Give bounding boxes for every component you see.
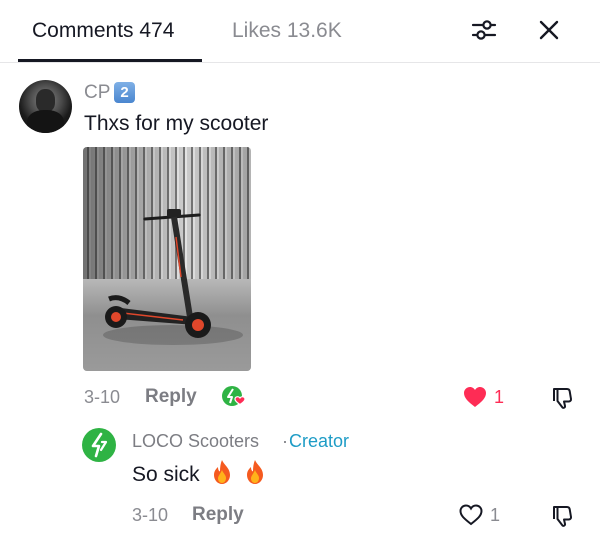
loco-logo-icon [91, 432, 108, 458]
reply-text: So sick [132, 459, 267, 488]
reply-author[interactable]: LOCO Scooters [132, 430, 259, 452]
fire-emoji-icon [247, 460, 264, 484]
comments-header: Comments 474 Likes 13.6K [0, 0, 600, 63]
commenter-avatar[interactable] [19, 80, 72, 133]
creator-tag: Creator [289, 431, 350, 451]
fire-emoji-icon [213, 460, 230, 484]
thumbs-down-icon [553, 506, 573, 527]
tab-likes[interactable]: Likes 13.6K [232, 18, 342, 44]
rank-badge: 2 [114, 82, 135, 103]
creator-liked-icon [222, 386, 246, 406]
sliders-icon [471, 20, 497, 40]
heart-filled-icon [464, 387, 486, 407]
reply-reply-button[interactable]: Reply [192, 504, 244, 526]
reply-dislike-button[interactable] [550, 503, 576, 529]
reply-button[interactable]: Reply [145, 386, 197, 408]
comment-dislike-button[interactable] [550, 385, 576, 411]
reply-like-button[interactable]: 1 [458, 503, 500, 527]
comment-date: 3-10 [84, 387, 121, 407]
tab-comments[interactable]: Comments 474 [32, 18, 174, 44]
comment-author[interactable]: CP [84, 82, 110, 104]
reply-date: 3-10 [132, 505, 169, 525]
thumbs-down-icon [553, 388, 573, 409]
reply-text-content: So sick [132, 463, 200, 486]
filter-button[interactable] [468, 14, 500, 46]
reply-author-avatar[interactable] [82, 428, 116, 462]
active-tab-indicator [18, 59, 202, 62]
comment-like-count: 1 [494, 387, 505, 407]
reply-like-count: 1 [490, 505, 501, 525]
comment-photo[interactable] [83, 147, 251, 371]
comment-like-button[interactable]: 1 [462, 385, 504, 409]
heart-outline-icon [459, 504, 483, 526]
close-button[interactable] [533, 14, 565, 46]
scooter-illustration [103, 209, 243, 345]
close-icon [539, 20, 559, 40]
reply-separator: · [282, 431, 288, 451]
comment-text: Thxs for my scooter [84, 112, 269, 135]
